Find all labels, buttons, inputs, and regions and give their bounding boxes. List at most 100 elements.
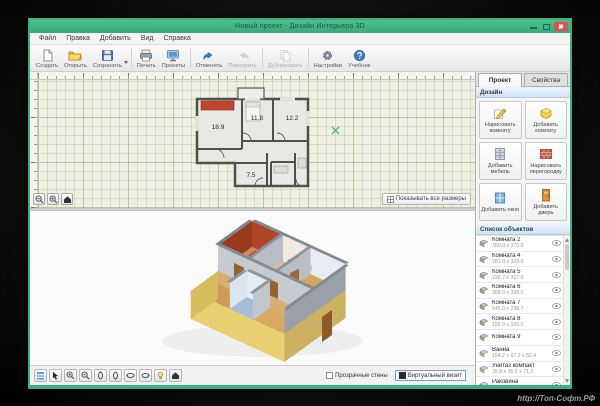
add-window-button[interactable]: Добавить окно bbox=[479, 183, 522, 221]
add-furniture-button[interactable]: Добавить мебель bbox=[479, 142, 522, 180]
object-icon bbox=[479, 381, 489, 385]
transparent-walls-checkbox[interactable]: Прозрачные стены bbox=[326, 372, 388, 379]
visibility-eye-icon[interactable] bbox=[552, 350, 561, 357]
draw-room-button[interactable]: Нарисовать комнату bbox=[479, 101, 522, 139]
object-row[interactable]: Комната 6 368.0 x 328.0 bbox=[476, 283, 563, 299]
watermark: http://Топ-Софт.РФ bbox=[517, 394, 595, 403]
floor-plan-drawing: 18.9 11.8 12.2 7.5 bbox=[195, 87, 310, 188]
plan-zoom-in-button[interactable] bbox=[47, 193, 59, 205]
object-row[interactable]: Комната 8 155.0 x 155.0 bbox=[476, 314, 563, 331]
brick-wall-icon bbox=[539, 148, 552, 159]
toolbar-separator bbox=[189, 48, 191, 68]
desktop-background: Новый проект - Дизайн Интерьера 3D Файл … bbox=[0, 0, 600, 406]
duplicate-pages-icon bbox=[280, 49, 291, 61]
furniture-cabinet-icon bbox=[495, 147, 506, 160]
orbit-left-button[interactable] bbox=[124, 369, 137, 382]
scroll-thumb[interactable] bbox=[565, 244, 569, 270]
object-row[interactable]: Комната 9 bbox=[476, 330, 563, 346]
menu-edit[interactable]: Правка bbox=[61, 35, 95, 42]
draw-partition-button[interactable]: Нарисовать перегородку bbox=[524, 142, 567, 180]
add-door-button[interactable]: Добавить дверь bbox=[524, 183, 567, 221]
zoom-out-button[interactable] bbox=[79, 369, 92, 382]
title-bar[interactable]: Новый проект - Дизайн Интерьера 3D bbox=[30, 20, 570, 33]
checkbox-filled-icon bbox=[398, 372, 406, 379]
objects-list: Комната 2 380.0 x 370.0 Комната 4 281.0 x … bbox=[476, 235, 570, 385]
visibility-eye-icon[interactable] bbox=[552, 240, 561, 247]
show-all-sizes-button[interactable]: Показывать все размеры bbox=[381, 193, 471, 205]
checkbox-icon bbox=[326, 372, 334, 379]
new-project-button[interactable]: Создать bbox=[33, 46, 61, 71]
zoom-out-icon bbox=[35, 195, 43, 203]
orbit-right-button[interactable] bbox=[139, 369, 152, 382]
scroll-down-arrow[interactable] bbox=[565, 379, 569, 383]
object-row[interactable]: Ванна 154.2 x 67.3 x 50.4 bbox=[476, 345, 563, 362]
menu-view[interactable]: Вид bbox=[136, 35, 159, 42]
visibility-eye-icon[interactable] bbox=[552, 256, 561, 262]
visibility-eye-icon[interactable] bbox=[552, 334, 561, 341]
pencil-icon bbox=[494, 108, 507, 119]
view-3d-canvas[interactable] bbox=[30, 211, 475, 365]
visibility-eye-icon[interactable] bbox=[552, 381, 561, 385]
object-row[interactable]: Комната 4 281.0 x 328.0 bbox=[476, 251, 563, 268]
redo-button[interactable]: Повторить bbox=[225, 46, 259, 71]
view-3d-toolbar: Прозрачные стены Виртуальный визит bbox=[30, 365, 475, 385]
panel-tabs: Проект Свойства bbox=[476, 72, 570, 87]
view-home-button[interactable] bbox=[169, 369, 182, 382]
print-button[interactable]: Печать bbox=[134, 46, 159, 71]
open-project-button[interactable]: Открыть bbox=[61, 46, 90, 71]
objects-scrollbar[interactable] bbox=[563, 236, 570, 385]
monitor-icon bbox=[167, 49, 180, 61]
visibility-eye-icon[interactable] bbox=[552, 365, 561, 372]
minimize-button[interactable] bbox=[528, 22, 539, 31]
lighting-button[interactable] bbox=[154, 369, 167, 382]
save-dropdown-arrow[interactable] bbox=[123, 61, 128, 64]
tutorial-button[interactable]: Учебник bbox=[345, 46, 373, 71]
object-icon bbox=[479, 365, 489, 374]
projects-button[interactable]: Проекты bbox=[159, 46, 188, 71]
visibility-eye-icon[interactable] bbox=[552, 303, 561, 309]
save-project-button[interactable]: Сохранить bbox=[90, 46, 125, 71]
object-icon bbox=[479, 318, 489, 327]
maximize-button[interactable] bbox=[541, 22, 552, 31]
pan-button[interactable] bbox=[34, 369, 47, 382]
zoom-in-button[interactable] bbox=[64, 369, 77, 382]
visibility-eye-icon[interactable] bbox=[552, 287, 561, 294]
visibility-eye-icon[interactable] bbox=[552, 318, 561, 325]
zoom-out-icon bbox=[81, 371, 90, 380]
add-room-button[interactable]: Добавить комнату bbox=[524, 101, 567, 139]
right-panel: Проект Свойства Дизайн Нарисовать комнат… bbox=[475, 72, 570, 385]
object-icon bbox=[479, 349, 489, 358]
close-button[interactable] bbox=[554, 22, 568, 31]
menu-bar: Файл Правка Добавить Вид Справка bbox=[30, 33, 570, 45]
toolbar-separator bbox=[307, 48, 309, 68]
undo-button[interactable]: Отменить bbox=[193, 46, 226, 71]
object-row[interactable]: Комната 7 645.0 x 238.7 bbox=[476, 298, 563, 315]
vertical-ruler bbox=[30, 80, 38, 208]
object-icon bbox=[479, 334, 489, 342]
object-row[interactable]: Комната 2 380.0 x 370.0 bbox=[476, 236, 563, 252]
menu-file[interactable]: Файл bbox=[34, 35, 61, 42]
plan-2d-canvas[interactable]: 18.9 11.8 12.2 7.5 Показывать все размер… bbox=[30, 72, 475, 208]
app-window: Новый проект - Дизайн Интерьера 3D Файл … bbox=[28, 18, 572, 389]
home-icon bbox=[63, 195, 71, 203]
select-button[interactable] bbox=[49, 369, 62, 382]
plan-home-button[interactable] bbox=[61, 193, 73, 205]
main-toolbar: Создать Открыть Сохранить Печать Проекты bbox=[30, 45, 570, 72]
tab-project[interactable]: Проект bbox=[478, 73, 522, 87]
visibility-eye-icon[interactable] bbox=[552, 271, 561, 278]
menu-add[interactable]: Добавить bbox=[95, 35, 136, 42]
object-row[interactable]: Унитаз компакт 35.8 x 36.5 x 71.2 bbox=[476, 361, 563, 378]
object-icon bbox=[479, 302, 489, 311]
menu-help[interactable]: Справка bbox=[158, 35, 195, 42]
virtual-visit-toggle[interactable]: Виртуальный визит bbox=[394, 370, 466, 381]
object-row[interactable]: Комната 5 228.7 x 327.0 bbox=[476, 267, 563, 284]
zoom-in-icon bbox=[66, 371, 75, 380]
duplicate-button[interactable]: Дублировать bbox=[265, 46, 306, 71]
tab-properties[interactable]: Свойства bbox=[524, 73, 568, 86]
plan-zoom-out-button[interactable] bbox=[33, 193, 45, 205]
scroll-up-arrow[interactable] bbox=[565, 238, 569, 242]
object-row[interactable]: Раковина77.3 x 57.2 x 100.4 bbox=[476, 377, 563, 385]
settings-button[interactable]: Настройки bbox=[311, 46, 345, 71]
rotate-down-button[interactable] bbox=[109, 369, 122, 382]
rotate-up-button[interactable] bbox=[94, 369, 107, 382]
